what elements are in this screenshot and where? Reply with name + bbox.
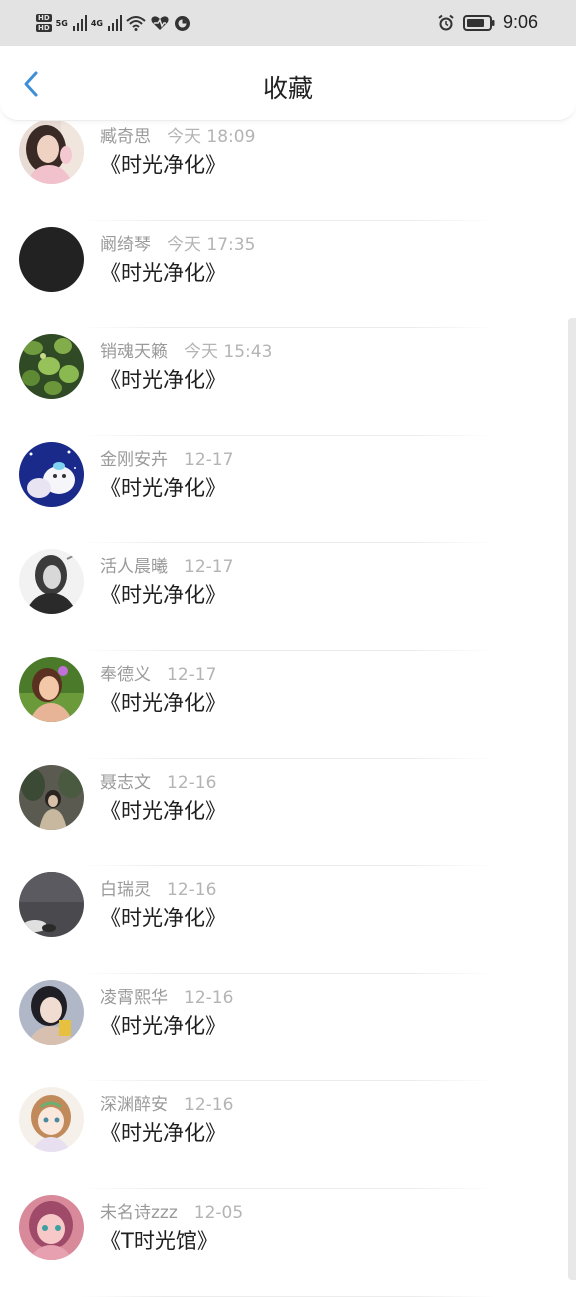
item-title[interactable]: 《时光净化》 xyxy=(100,1117,226,1147)
user-name: 凌霄熙华 xyxy=(100,987,168,1008)
avatar[interactable] xyxy=(19,334,84,400)
timer-icon xyxy=(174,15,190,31)
user-name: 阚绮琴 xyxy=(100,234,151,255)
user-name: 奉德义 xyxy=(100,664,151,685)
list-item[interactable]: 白瑞灵 12-16 《时光净化》 xyxy=(0,866,576,974)
item-meta: 深渊醉安 12-16 xyxy=(100,1090,233,1115)
user-name: 销魂天籁 xyxy=(100,342,168,363)
timestamp: 12-16 xyxy=(167,772,217,793)
alarm-icon xyxy=(438,14,454,30)
user-name: 活人晨曦 xyxy=(100,557,168,578)
wifi-icon xyxy=(126,16,146,31)
timestamp: 今天 15:43 xyxy=(184,342,273,363)
item-meta: 金刚安卉 12-17 xyxy=(100,445,233,470)
timestamp: 12-16 xyxy=(184,1095,234,1116)
list-item[interactable]: 奉德义 12-17 《时光净化》 xyxy=(0,651,576,759)
signal-icon xyxy=(72,15,87,31)
favorites-list: 臧奇思今天 18:09 《时光净化》 阚绮琴今天 17:35 《时光净化》 xyxy=(0,113,576,1297)
item-title[interactable]: 《时光净化》 xyxy=(100,902,226,932)
heart-rate-icon xyxy=(151,16,169,30)
hd-label: HD xyxy=(36,14,52,22)
status-icons-right: 9:06 xyxy=(437,12,538,33)
timestamp: 12-17 xyxy=(184,449,234,470)
avatar[interactable] xyxy=(19,1087,84,1153)
timestamp: 12-17 xyxy=(184,557,234,578)
avatar[interactable] xyxy=(19,656,84,722)
item-title[interactable]: 《时光净化》 xyxy=(100,472,226,502)
user-name: 白瑞灵 xyxy=(100,880,151,901)
item-meta: 阚绮琴 今天 17:35 xyxy=(100,230,255,255)
avatar[interactable] xyxy=(19,872,84,938)
clock-time: 9:06 xyxy=(502,12,538,32)
hd-label: HD xyxy=(36,24,52,32)
user-name: 深渊醉安 xyxy=(100,1095,168,1116)
status-icons-left: HD HD 5G 4G xyxy=(36,14,191,32)
avatar[interactable] xyxy=(19,1194,84,1260)
network-5g-label: 5G xyxy=(55,18,68,28)
avatar[interactable] xyxy=(19,549,84,615)
item-title[interactable]: 《时光净化》 xyxy=(100,257,226,287)
page-header: 收藏 xyxy=(0,46,576,121)
timestamp: 12-16 xyxy=(167,880,217,901)
avatar[interactable] xyxy=(19,226,84,292)
item-title[interactable]: 《T时光馆》 xyxy=(100,1225,218,1255)
item-meta: 销魂天籁 今天 15:43 xyxy=(100,337,272,362)
item-meta: 奉德义 12-17 xyxy=(100,660,216,685)
avatar[interactable] xyxy=(19,119,84,184)
list-item[interactable]: 臧奇思 今天 18:09 《时光净化》 xyxy=(0,113,576,221)
timestamp: 今天 18:09 xyxy=(167,127,256,147)
item-meta: 未名诗zzz 12-05 xyxy=(100,1198,243,1223)
timestamp: 12-05 xyxy=(193,1202,244,1223)
network-4g-label: 4G xyxy=(90,18,103,28)
signal-icon xyxy=(107,15,122,31)
list-item[interactable]: 阚绮琴 今天 17:35 《时光净化》 xyxy=(0,221,576,329)
battery-icon xyxy=(462,14,495,31)
item-title[interactable]: 《时光净化》 xyxy=(100,1010,226,1040)
item-meta: 白瑞灵 12-16 xyxy=(100,875,216,900)
timestamp: 12-17 xyxy=(167,664,217,685)
timestamp: 12-16 xyxy=(184,987,234,1008)
user-name: 聂志文 xyxy=(100,772,151,793)
list-item[interactable]: 凌霄熙华 12-16 《时光净化》 xyxy=(0,974,576,1082)
list-item[interactable]: 未名诗zzz 12-05 《T时光馆》 xyxy=(0,1189,576,1297)
user-name: 金刚安卉 xyxy=(100,449,168,470)
list-item[interactable]: 销魂天籁 今天 15:43 《时光净化》 xyxy=(0,328,576,436)
item-title[interactable]: 《时光净化》 xyxy=(100,579,226,609)
hd-badge-icon: HD HD xyxy=(36,14,52,32)
scrollbar[interactable] xyxy=(568,318,576,1280)
avatar[interactable] xyxy=(19,441,84,507)
item-title[interactable]: 《时光净化》 xyxy=(100,149,226,179)
timestamp: 今天 17:35 xyxy=(167,234,256,255)
user-name: 臧奇思 xyxy=(100,127,151,147)
list-item[interactable]: 金刚安卉 12-17 《时光净化》 xyxy=(0,436,576,544)
item-meta: 凌霄熙华 12-16 xyxy=(100,983,233,1008)
divider xyxy=(80,1295,496,1297)
list-item[interactable]: 深渊醉安 12-16 《时光净化》 xyxy=(0,1081,576,1189)
item-title[interactable]: 《时光净化》 xyxy=(100,795,226,825)
item-title[interactable]: 《时光净化》 xyxy=(100,687,226,717)
avatar[interactable] xyxy=(19,979,84,1045)
page-title: 收藏 xyxy=(262,74,313,103)
status-bar: HD HD 5G 4G 9:06 xyxy=(0,0,576,46)
item-meta: 臧奇思 今天 18:09 xyxy=(100,122,255,147)
list-item[interactable]: 聂志文 12-16 《时光净化》 xyxy=(0,759,576,867)
list-item[interactable]: 活人晨曦 12-17 《时光净化》 xyxy=(0,543,576,651)
item-title[interactable]: 《时光净化》 xyxy=(100,364,226,394)
item-meta: 聂志文 12-16 xyxy=(100,768,216,793)
user-name: 未名诗zzz xyxy=(100,1202,178,1223)
item-meta: 活人晨曦 12-17 xyxy=(100,552,233,577)
avatar[interactable] xyxy=(19,764,84,830)
